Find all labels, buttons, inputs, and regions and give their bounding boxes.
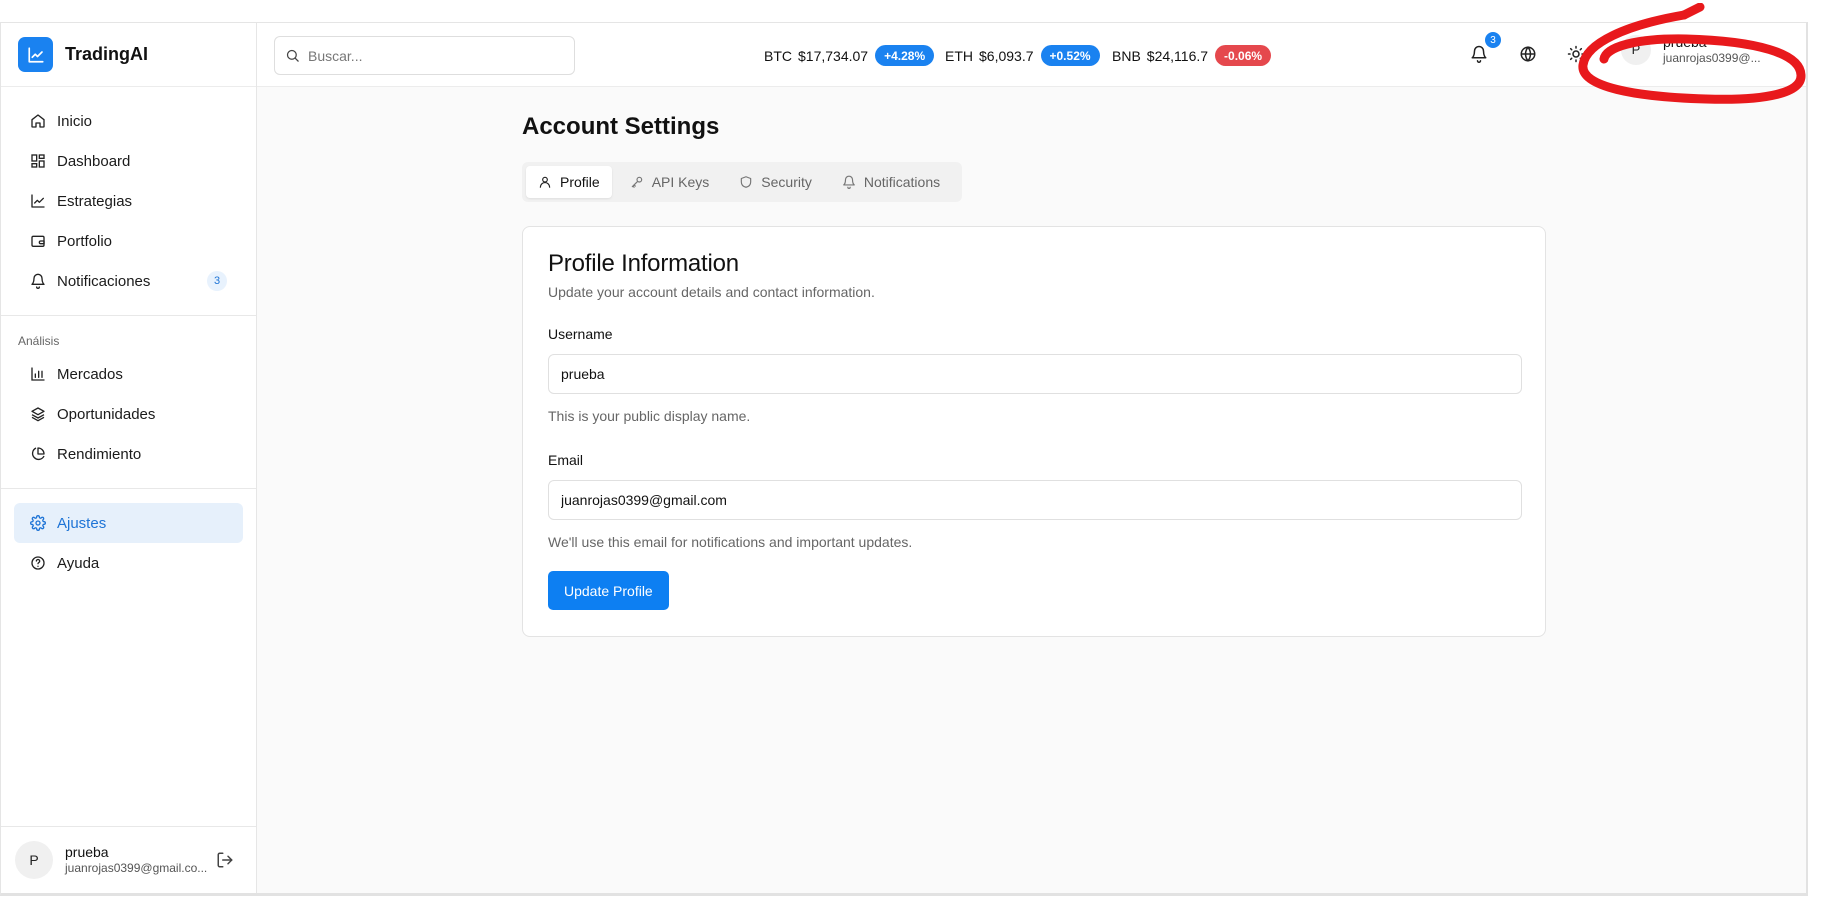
search-input[interactable]: [308, 47, 548, 64]
notification-badge: 3: [1485, 32, 1501, 48]
sidebar-item-label: Notificaciones: [57, 272, 151, 290]
section-label-analysis: Análisis: [18, 334, 60, 348]
username-hint: This is your public display name.: [548, 408, 751, 424]
page-title: Account Settings: [522, 113, 720, 140]
grid-icon: [31, 154, 45, 168]
ticker-symbol: BNB: [1112, 47, 1141, 64]
sidebar-item-label: Oportunidades: [57, 405, 156, 423]
tab-security[interactable]: Security: [727, 166, 824, 198]
settings-tabs: Profile API Keys Security Notifications: [522, 162, 963, 202]
help-icon: [31, 556, 45, 570]
bell-icon: [31, 273, 45, 289]
ticker-eth: ETH $6,093.7 +0.52%: [945, 45, 1100, 66]
brand[interactable]: TradingAI: [1, 23, 256, 87]
email-label: Email: [548, 452, 584, 468]
tab-profile[interactable]: Profile: [526, 166, 612, 198]
sidebar-item-label: Dashboard: [57, 152, 131, 170]
sidebar-item-label: Rendimiento: [57, 445, 142, 463]
topbar-user-menu[interactable]: P prueba juanrojas0399@...: [1621, 33, 1761, 67]
wallet-icon: [31, 235, 45, 247]
card-subtitle: Update your account details and contact …: [548, 284, 875, 300]
shield-icon: [741, 176, 752, 188]
tab-label: Profile: [560, 174, 600, 190]
user-email: juanrojas0399@...: [1663, 51, 1761, 66]
sidebar-item-mercados[interactable]: Mercados: [14, 354, 243, 394]
card-title: Profile Information: [548, 250, 739, 277]
ticker-price: $6,093.7: [979, 47, 1034, 64]
bell-icon[interactable]: [1470, 45, 1488, 63]
user-email: juanrojas0399@gmail.co...: [65, 861, 208, 876]
sidebar-item-ajustes[interactable]: Ajustes: [14, 503, 243, 543]
sidebar-item-label: Estrategias: [57, 192, 133, 210]
logout-icon[interactable]: [216, 851, 234, 869]
search-box[interactable]: [274, 36, 575, 75]
pie-chart-icon: [31, 447, 45, 461]
ticker-symbol: BTC: [764, 47, 792, 64]
ticker-symbol: ETH: [945, 47, 973, 64]
tab-label: Security: [761, 174, 812, 190]
search-icon: [286, 49, 299, 62]
sidebar-item-estrategias[interactable]: Estrategias: [14, 181, 243, 221]
user-name: prueba: [65, 843, 109, 860]
tab-label: Notifications: [863, 174, 941, 190]
chart-line-icon: [31, 194, 45, 208]
notification-count-badge: 3: [207, 271, 227, 291]
sidebar-item-label: Ajustes: [57, 514, 107, 532]
bell-icon: [843, 175, 855, 189]
sidebar-nav: Inicio Dashboard Estrategias Portfolio N…: [1, 87, 256, 583]
email-field[interactable]: [561, 492, 1521, 508]
sidebar-item-oportunidades[interactable]: Oportunidades: [14, 394, 243, 434]
sidebar-item-notificaciones[interactable]: Notificaciones 3: [14, 261, 243, 301]
sidebar-item-rendimiento[interactable]: Rendimiento: [14, 434, 243, 474]
topbar: BTC $17,734.07 +4.28% ETH $6,093.7 +0.52…: [257, 3, 1806, 104]
ticker-change-badge: +4.28%: [875, 45, 935, 66]
avatar: P: [1621, 34, 1651, 65]
sidebar-user: P prueba juanrojas0399@gmail.co...: [1, 826, 256, 893]
sidebar-item-label: Ayuda: [57, 554, 100, 572]
key-icon: [631, 176, 642, 188]
gear-icon: [30, 515, 46, 531]
sidebar-item-portfolio[interactable]: Portfolio: [14, 221, 243, 261]
layers-icon: [31, 407, 45, 422]
ticker-btc: BTC $17,734.07 +4.28%: [764, 45, 935, 66]
tab-label: API Keys: [651, 174, 710, 190]
sidebar-item-ayuda[interactable]: Ayuda: [14, 543, 243, 583]
globe-icon[interactable]: [1519, 45, 1537, 63]
bar-chart-icon: [31, 367, 45, 381]
ticker-price: $24,116.7: [1146, 47, 1209, 64]
update-profile-button[interactable]: Update Profile: [548, 571, 669, 610]
main-content: Account Settings Profile API Keys Securi…: [522, 113, 1546, 637]
ticker-change-badge: +0.52%: [1040, 45, 1100, 66]
trending-chart-icon: [18, 37, 53, 72]
tab-notifications[interactable]: Notifications: [830, 166, 952, 198]
ticker-bnb: BNB $24,116.7 -0.06%: [1112, 45, 1272, 66]
brand-name: TradingAI: [65, 44, 149, 64]
avatar[interactable]: P: [15, 841, 53, 879]
ticker-change-badge: -0.06%: [1215, 45, 1272, 66]
user-icon: [539, 176, 551, 188]
user-name: prueba: [1663, 34, 1707, 50]
profile-card: Profile Information Update your account …: [522, 226, 1546, 637]
app-window: TradingAI Inicio Dashboard Estrategias P…: [0, 3, 1808, 896]
sidebar-item-dashboard[interactable]: Dashboard: [14, 141, 243, 181]
email-field-box: [548, 480, 1522, 520]
sidebar-item-label: Mercados: [57, 365, 123, 383]
username-field[interactable]: [561, 366, 1521, 382]
email-hint: We'll use this email for notifications a…: [548, 534, 913, 550]
tab-api-keys[interactable]: API Keys: [618, 166, 722, 198]
sidebar-item-inicio[interactable]: Inicio: [14, 101, 243, 141]
username-field-box: [548, 354, 1522, 394]
theme-toggle-icon[interactable]: [1567, 45, 1585, 63]
sidebar-item-label: Inicio: [57, 112, 93, 130]
ticker-price: $17,734.07: [798, 47, 869, 64]
home-icon: [31, 114, 45, 128]
sidebar-item-label: Portfolio: [57, 232, 113, 250]
username-label: Username: [548, 326, 613, 342]
sidebar: TradingAI Inicio Dashboard Estrategias P…: [1, 23, 257, 893]
